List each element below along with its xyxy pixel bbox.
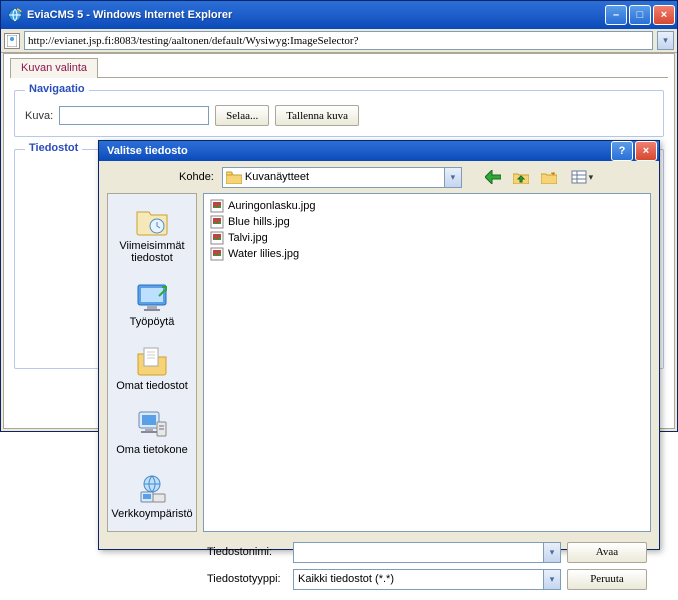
ie-titlebar[interactable]: EviaCMS 5 - Windows Internet Explorer – … xyxy=(1,1,677,29)
file-list[interactable]: Auringonlasku.jpg Blue hills.jpg Talvi.j… xyxy=(203,193,651,532)
address-bar: ▾ xyxy=(1,29,677,53)
file-name: Water lilies.jpg xyxy=(228,248,299,260)
dialog-title: Valitse tiedosto xyxy=(107,145,611,157)
tab-image-select[interactable]: Kuvan valinta xyxy=(10,58,98,78)
close-icon: × xyxy=(661,9,667,21)
views-button[interactable]: ▾ xyxy=(566,166,598,188)
place-network[interactable]: Verkkoympäristö xyxy=(108,470,196,522)
legend-files: Tiedostot xyxy=(25,142,82,154)
recent-icon xyxy=(135,204,169,238)
desktop-icon xyxy=(135,280,169,314)
open-button[interactable]: Avaa xyxy=(567,542,647,563)
image-file-icon xyxy=(210,199,224,213)
list-item[interactable]: Blue hills.jpg xyxy=(208,214,646,230)
dialog-close-button[interactable]: × xyxy=(635,141,657,161)
place-label: Verkkoympäristö xyxy=(111,508,192,520)
new-folder-button[interactable] xyxy=(538,166,560,188)
toolbar-icons: ▾ xyxy=(482,166,598,188)
place-mydocs[interactable]: Omat tiedostot xyxy=(108,342,196,394)
file-name: Talvi.jpg xyxy=(228,232,268,244)
page-icon xyxy=(4,33,20,49)
file-name: Blue hills.jpg xyxy=(228,216,290,228)
lookin-value: Kuvanäytteet xyxy=(245,171,444,183)
save-image-button[interactable]: Tallenna kuva xyxy=(275,105,359,126)
place-desktop[interactable]: Työpöytä xyxy=(108,278,196,330)
help-button[interactable]: ? xyxy=(611,141,633,161)
lookin-combo[interactable]: Kuvanäytteet ▾ xyxy=(222,167,462,188)
image-file-icon xyxy=(210,215,224,229)
place-label: Omat tiedostot xyxy=(116,380,188,392)
list-item[interactable]: Talvi.jpg xyxy=(208,230,646,246)
place-label: Oma tietokone xyxy=(116,444,188,456)
computer-icon xyxy=(135,408,169,442)
place-label: Työpöytä xyxy=(130,316,175,328)
minimize-icon: – xyxy=(613,9,619,21)
folder-icon xyxy=(226,169,242,185)
chevron-down-icon: ▾ xyxy=(589,172,594,183)
network-icon xyxy=(135,472,169,506)
chevron-down-icon: ▾ xyxy=(663,35,668,46)
dialog-window-buttons: ? × xyxy=(611,141,657,161)
cancel-button[interactable]: Peruuta xyxy=(567,569,647,590)
ie-logo-icon xyxy=(7,7,23,23)
image-label: Kuva: xyxy=(25,110,53,122)
dialog-main: Viimeisimmättiedostot Työpöytä Omat tied… xyxy=(99,193,659,536)
help-icon: ? xyxy=(619,145,626,157)
documents-icon xyxy=(135,344,169,378)
filetype-combo[interactable]: Kaikki tiedostot (*.*) ▾ xyxy=(293,569,561,590)
dialog-titlebar[interactable]: Valitse tiedosto ? × xyxy=(99,141,659,161)
minimize-button[interactable]: – xyxy=(605,5,627,25)
place-label: Viimeisimmättiedostot xyxy=(119,240,184,264)
filename-combo[interactable]: ▾ xyxy=(293,542,561,563)
maximize-button[interactable]: □ xyxy=(629,5,651,25)
image-file-icon xyxy=(210,231,224,245)
image-path-input[interactable] xyxy=(59,106,209,125)
filetype-label: Tiedostotyyppi: xyxy=(207,573,287,585)
close-button[interactable]: × xyxy=(653,5,675,25)
maximize-icon: □ xyxy=(637,9,644,21)
lookin-label: Kohde: xyxy=(179,171,214,183)
dialog-bottom: Tiedostonimi: ▾ Avaa Tiedostotyyppi: Kai… xyxy=(99,536,659,600)
tab-label: Kuvan valinta xyxy=(21,62,87,74)
url-input[interactable] xyxy=(24,31,653,50)
filename-label: Tiedostonimi: xyxy=(207,546,287,558)
image-row: Kuva: Selaa... Tallenna kuva xyxy=(25,105,653,126)
filetype-value: Kaikki tiedostot (*.*) xyxy=(294,573,543,585)
place-recent[interactable]: Viimeisimmättiedostot xyxy=(108,202,196,266)
window-title: EviaCMS 5 - Windows Internet Explorer xyxy=(27,9,605,21)
tab-strip-divider xyxy=(10,77,668,78)
file-name: Auringonlasku.jpg xyxy=(228,200,315,212)
list-item[interactable]: Water lilies.jpg xyxy=(208,246,646,262)
window-buttons: – □ × xyxy=(605,5,675,25)
image-file-icon xyxy=(210,247,224,261)
legend-navigation: Navigaatio xyxy=(25,83,89,95)
dialog-toolbar: Kohde: Kuvanäytteet ▾ xyxy=(99,161,659,193)
filename-value xyxy=(294,545,543,559)
dialog-body: Kohde: Kuvanäytteet ▾ xyxy=(99,161,659,600)
list-item[interactable]: Auringonlasku.jpg xyxy=(208,198,646,214)
lookin-dropdown-button[interactable]: ▾ xyxy=(444,168,461,187)
file-open-dialog: Valitse tiedosto ? × Kohde: Kuvanäytteet… xyxy=(98,140,660,550)
filename-dropdown-button[interactable]: ▾ xyxy=(543,543,560,562)
up-one-level-button[interactable] xyxy=(510,166,532,188)
place-mycomputer[interactable]: Oma tietokone xyxy=(108,406,196,458)
back-button[interactable] xyxy=(482,166,504,188)
fieldset-navigation: Navigaatio Kuva: Selaa... Tallenna kuva xyxy=(14,90,664,137)
close-icon: × xyxy=(643,145,649,157)
filetype-dropdown-button[interactable]: ▾ xyxy=(543,570,560,589)
browse-button[interactable]: Selaa... xyxy=(215,105,269,126)
places-bar: Viimeisimmättiedostot Työpöytä Omat tied… xyxy=(107,193,197,532)
url-dropdown-button[interactable]: ▾ xyxy=(657,31,674,50)
